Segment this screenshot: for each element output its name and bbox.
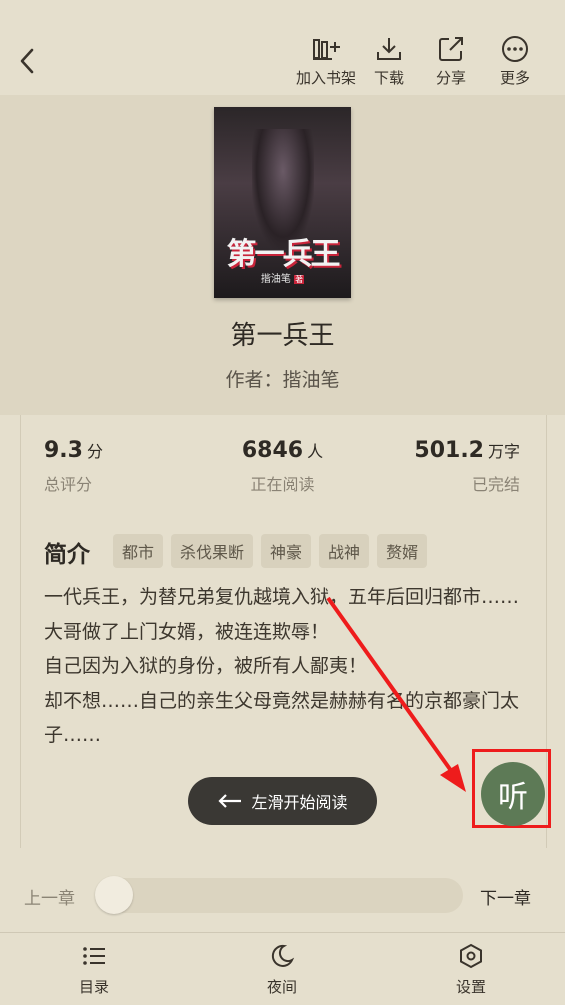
moon-icon — [271, 944, 295, 967]
swipe-start-reading-button[interactable]: 左滑开始阅读 — [188, 777, 377, 825]
night-mode-button[interactable]: 夜间 — [247, 943, 317, 997]
genre-tags: 都市 杀伐果断 神豪 战神 赘婿 — [113, 534, 428, 568]
share-label: 分享 — [435, 69, 466, 87]
more-button[interactable]: 更多 — [485, 34, 545, 88]
more-icon — [502, 36, 528, 62]
add-to-shelf-button[interactable]: 加入书架 — [296, 34, 356, 88]
description-line: 一代兵王，为替兄弟复仇越境入狱，五年后回归都市…… — [44, 586, 520, 608]
chapter-progress-slider[interactable] — [95, 878, 463, 913]
word-count-unit: 万字 — [487, 442, 520, 461]
share-button[interactable]: 分享 — [421, 34, 481, 88]
bookshelf-add-icon — [313, 39, 340, 60]
bottom-nav-bar: 目录 夜间 设置 — [0, 932, 565, 1005]
description-line: 自己因为入狱的身份，被所有人鄙夷！ — [44, 655, 368, 677]
list-icon — [83, 947, 105, 965]
genre-tag[interactable]: 都市 — [113, 534, 164, 568]
share-icon — [439, 37, 463, 61]
genre-tag[interactable]: 赘婿 — [377, 534, 428, 568]
status-caption: 已完结 — [471, 475, 520, 494]
cover-author-name: 揩油笔 — [260, 274, 291, 285]
genre-tag[interactable]: 战神 — [319, 534, 370, 568]
stat-word-count: 501.2 万字 已完结 — [414, 438, 520, 495]
word-count-value: 501.2 — [414, 438, 484, 463]
cover-author-badge: 著 — [294, 275, 305, 284]
more-label: 更多 — [499, 69, 530, 87]
arrow-left-icon — [218, 794, 242, 808]
settings-label: 设置 — [455, 978, 486, 996]
book-description: 一代兵王，为替兄弟复仇越境入狱，五年后回归都市…… 大哥做了上门女婿，被连连欺辱… — [44, 580, 524, 753]
cover-title: 第一兵王 — [226, 237, 341, 272]
add-to-shelf-label: 加入书架 — [296, 69, 357, 87]
book-author: 作者：揩油笔 — [225, 369, 340, 391]
intro-heading: 简介 — [44, 542, 90, 568]
swipe-label: 左滑开始阅读 — [251, 793, 348, 812]
download-icon — [377, 38, 401, 60]
toc-button[interactable]: 目录 — [59, 943, 129, 997]
cover-author: 揩油笔 著 — [214, 270, 351, 285]
book-title: 第一兵王 — [230, 321, 335, 351]
slider-thumb[interactable] — [95, 876, 133, 914]
readers-value: 6846 — [241, 438, 304, 463]
settings-button[interactable]: 设置 — [436, 943, 506, 997]
night-mode-label: 夜间 — [266, 978, 297, 996]
download-button[interactable]: 下载 — [359, 34, 419, 88]
prev-chapter-button[interactable]: 上一章 — [24, 884, 75, 909]
download-label: 下载 — [373, 69, 404, 87]
top-bar: 加入书架 下载 分享 更多 — [0, 0, 565, 95]
genre-tag[interactable]: 神豪 — [261, 534, 312, 568]
chapter-nav-bar: 上一章 下一章 — [0, 858, 565, 932]
next-chapter-button[interactable]: 下一章 — [480, 884, 531, 909]
description-line: 却不想……自己的亲生父母竟然是赫赫有名的京都豪门太子…… — [44, 689, 520, 747]
toc-label: 目录 — [78, 978, 109, 996]
chevron-left-icon — [20, 48, 34, 74]
readers-unit: 人 — [307, 442, 324, 461]
genre-tag[interactable]: 杀伐果断 — [171, 534, 254, 568]
listen-button[interactable]: 听 — [481, 762, 545, 826]
book-cover[interactable]: 第一兵王 揩油笔 著 — [214, 107, 351, 298]
description-line: 大哥做了上门女婿，被连连欺辱！ — [44, 620, 330, 643]
back-button[interactable] — [14, 44, 42, 78]
settings-icon — [460, 943, 482, 969]
